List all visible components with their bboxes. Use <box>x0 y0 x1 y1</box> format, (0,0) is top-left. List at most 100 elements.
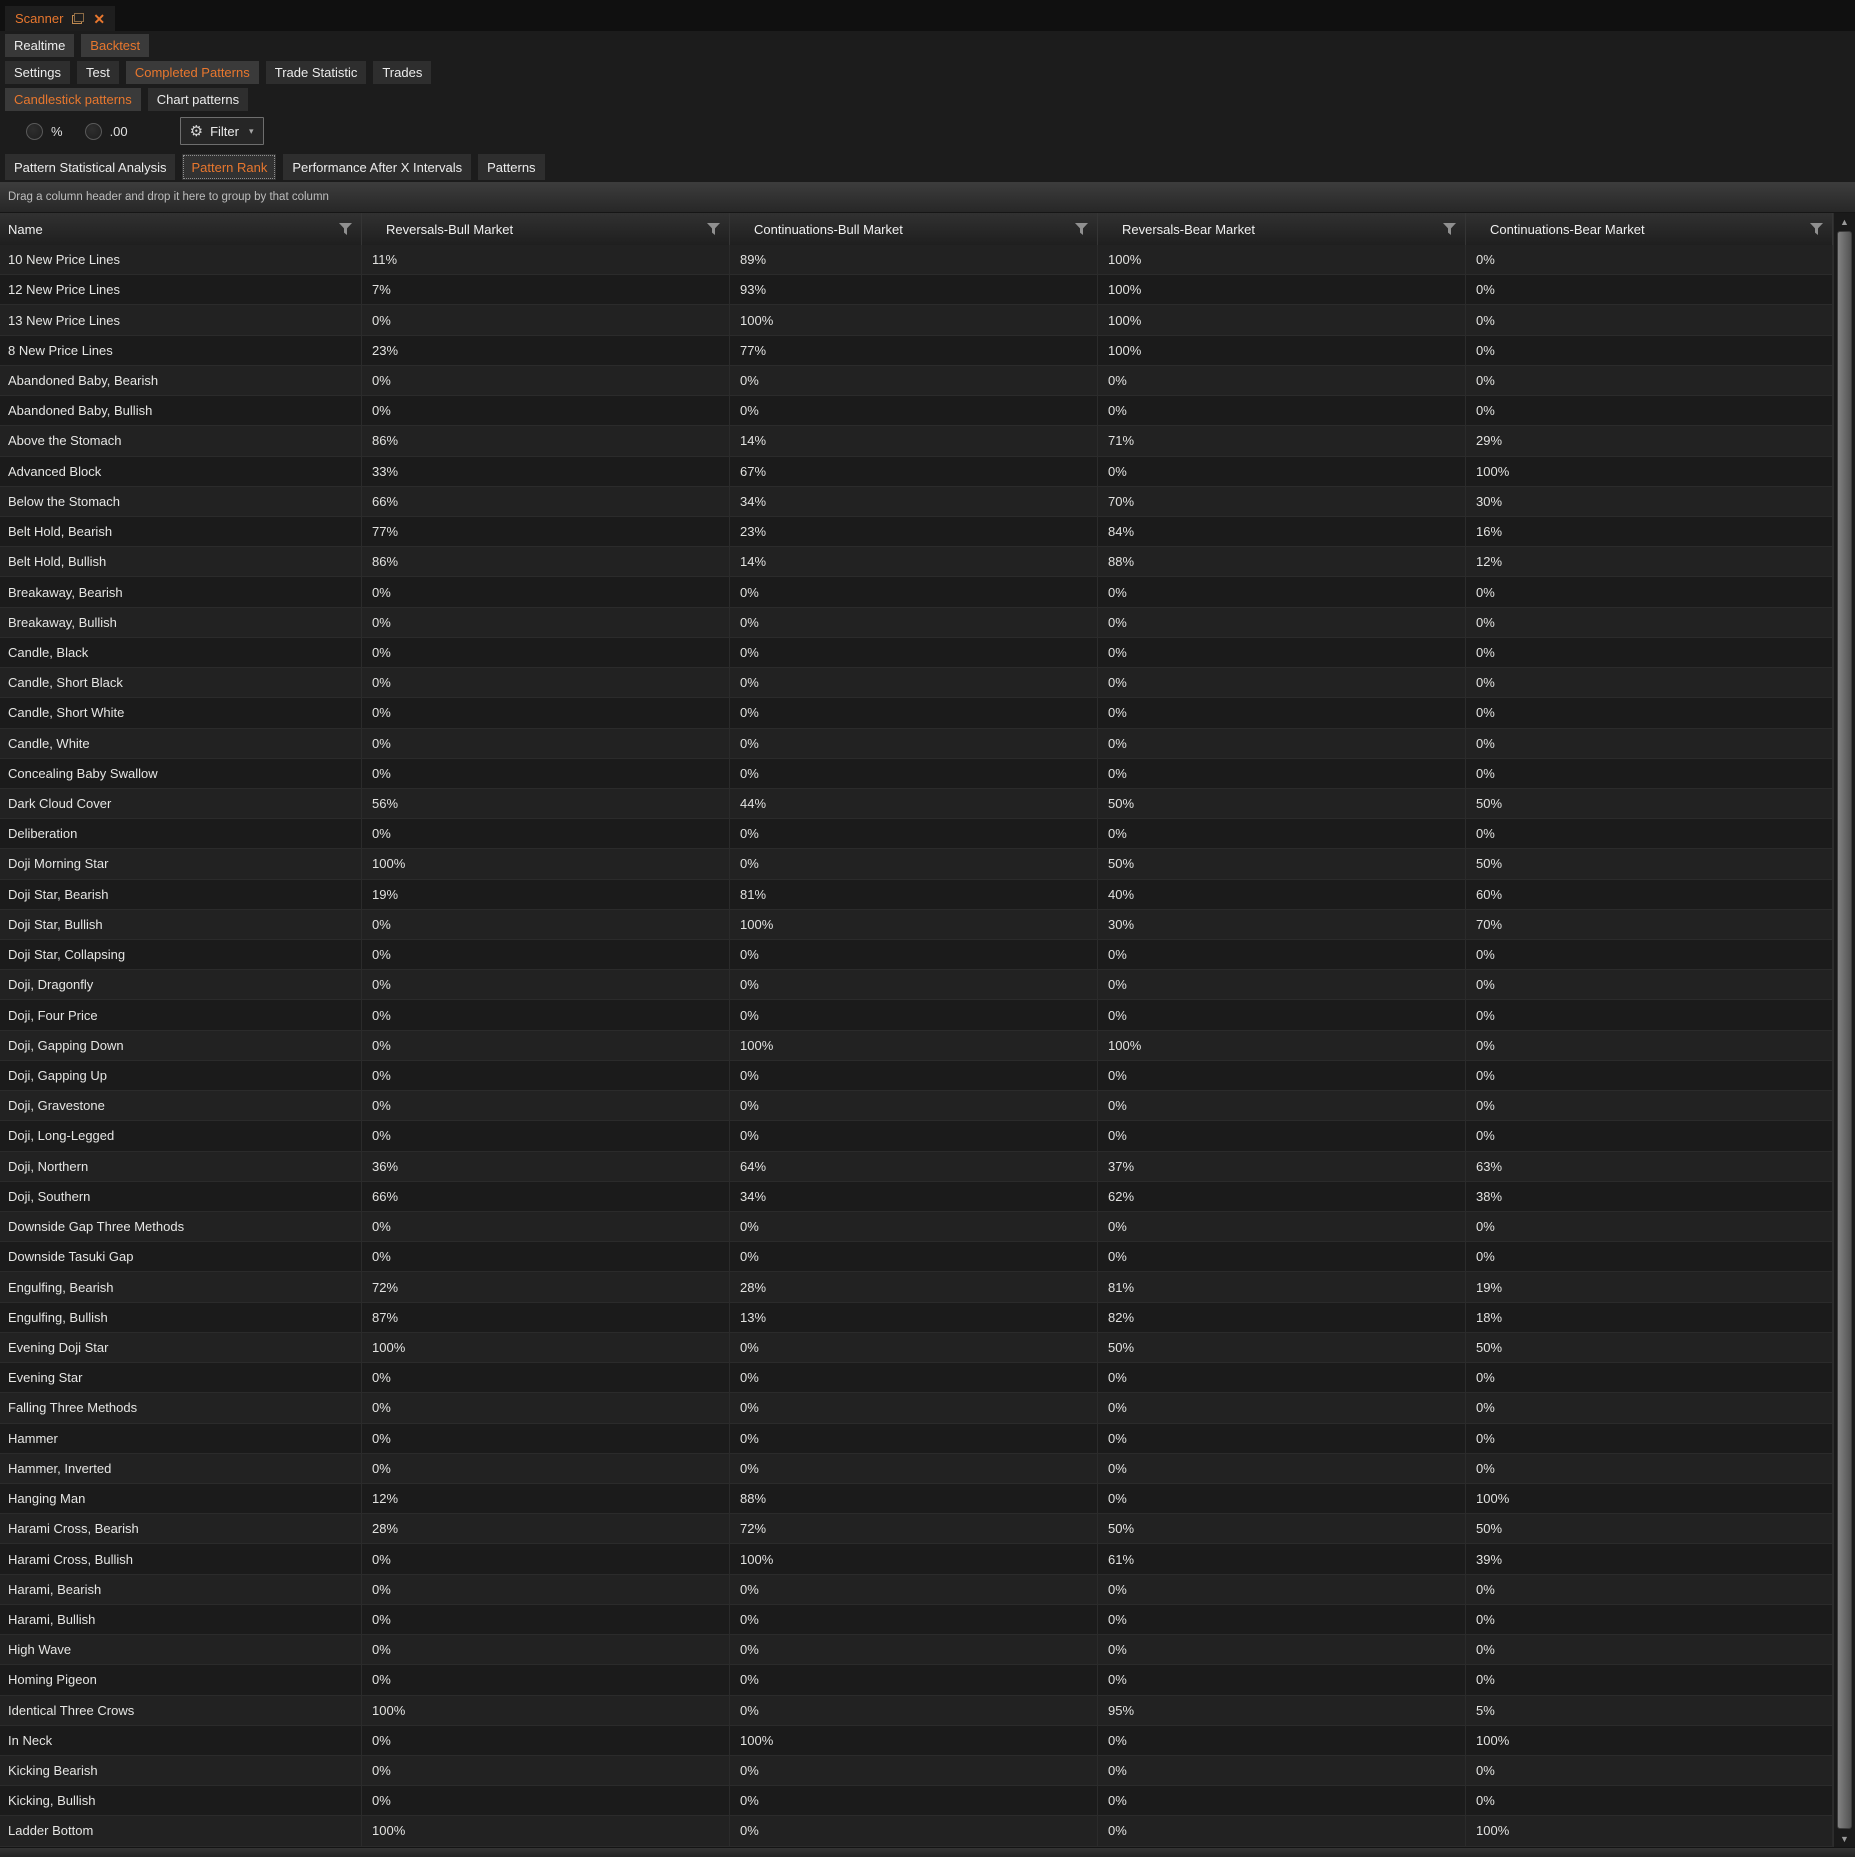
table-row[interactable]: 8 New Price Lines23%77%100%0% <box>0 336 1833 366</box>
table-row[interactable]: Doji, Gravestone0%0%0%0% <box>0 1091 1833 1121</box>
tab-completed-patterns-label: Completed Patterns <box>135 65 250 80</box>
table-row[interactable]: Harami, Bearish0%0%0%0% <box>0 1575 1833 1605</box>
table-row[interactable]: Harami, Bullish0%0%0%0% <box>0 1605 1833 1635</box>
table-row[interactable]: Homing Pigeon0%0%0%0% <box>0 1665 1833 1695</box>
table-row[interactable]: Doji, Gapping Up0%0%0%0% <box>0 1061 1833 1091</box>
table-row[interactable]: In Neck0%100%0%100% <box>0 1726 1833 1756</box>
column-header-continuations-bull[interactable]: Continuations-Bull Market <box>730 213 1098 245</box>
tab-realtime[interactable]: Realtime <box>5 34 74 57</box>
table-row[interactable]: Deliberation0%0%0%0% <box>0 819 1833 849</box>
table-row[interactable]: Hammer, Inverted0%0%0%0% <box>0 1454 1833 1484</box>
table-row[interactable]: Breakaway, Bearish0%0%0%0% <box>0 577 1833 607</box>
table-row[interactable]: Evening Star0%0%0%0% <box>0 1363 1833 1393</box>
table-row[interactable]: Below the Stomach66%34%70%30% <box>0 487 1833 517</box>
percent-cell: 0% <box>362 1212 730 1241</box>
table-row[interactable]: Belt Hold, Bearish77%23%84%16% <box>0 517 1833 547</box>
percent-cell: 0% <box>730 1061 1098 1090</box>
table-row[interactable]: Hanging Man12%88%0%100% <box>0 1484 1833 1514</box>
column-header-continuations-bull-label: Continuations-Bull Market <box>730 222 903 237</box>
table-row[interactable]: Advanced Block33%67%0%100% <box>0 457 1833 487</box>
table-row[interactable]: Identical Three Crows100%0%95%5% <box>0 1696 1833 1726</box>
tab-backtest[interactable]: Backtest <box>81 34 149 57</box>
table-row[interactable]: Kicking, Bullish0%0%0%0% <box>0 1786 1833 1816</box>
percent-radio[interactable] <box>26 123 43 140</box>
column-header-continuations-bear[interactable]: Continuations-Bear Market <box>1466 213 1833 245</box>
table-row[interactable]: Doji, Long-Legged0%0%0%0% <box>0 1121 1833 1151</box>
table-row[interactable]: Falling Three Methods0%0%0%0% <box>0 1393 1833 1423</box>
table-row[interactable]: 12 New Price Lines7%93%100%0% <box>0 275 1833 305</box>
table-row[interactable]: Dark Cloud Cover56%44%50%50% <box>0 789 1833 819</box>
table-row[interactable]: Abandoned Baby, Bearish0%0%0%0% <box>0 366 1833 396</box>
tab-performance-after-x-intervals[interactable]: Performance After X Intervals <box>283 154 471 180</box>
table-row[interactable]: Candle, White0%0%0%0% <box>0 729 1833 759</box>
table-row[interactable]: Concealing Baby Swallow0%0%0%0% <box>0 759 1833 789</box>
table-row[interactable]: Doji Star, Collapsing0%0%0%0% <box>0 940 1833 970</box>
table-row[interactable]: Doji, Gapping Down0%100%100%0% <box>0 1031 1833 1061</box>
table-row[interactable]: 13 New Price Lines0%100%100%0% <box>0 305 1833 335</box>
mode-tab-strip: Realtime Backtest <box>0 31 1855 58</box>
column-header-reversals-bear[interactable]: Reversals-Bear Market <box>1098 213 1466 245</box>
table-row[interactable]: Breakaway, Bullish0%0%0%0% <box>0 608 1833 638</box>
table-row[interactable]: Engulfing, Bearish72%28%81%19% <box>0 1272 1833 1302</box>
tab-trades[interactable]: Trades <box>373 61 431 84</box>
percent-cell: 40% <box>1098 880 1466 909</box>
table-row[interactable]: Doji Star, Bullish0%100%30%70% <box>0 910 1833 940</box>
column-header-name[interactable]: Name <box>0 213 362 245</box>
tab-completed-patterns[interactable]: Completed Patterns <box>126 61 259 84</box>
table-row[interactable]: Hammer0%0%0%0% <box>0 1424 1833 1454</box>
pattern-type-tab-strip: Candlestick patterns Chart patterns <box>0 85 1855 112</box>
tab-patterns[interactable]: Patterns <box>478 154 544 180</box>
scrollbar-thumb[interactable] <box>1837 231 1852 1829</box>
table-row[interactable]: Downside Tasuki Gap0%0%0%0% <box>0 1242 1833 1272</box>
table-row[interactable]: Doji, Southern66%34%62%38% <box>0 1182 1833 1212</box>
scroll-up-icon[interactable]: ▲ <box>1834 213 1855 230</box>
tab-pattern-statistical-analysis[interactable]: Pattern Statistical Analysis <box>5 154 175 180</box>
tab-test[interactable]: Test <box>77 61 119 84</box>
table-row[interactable]: Downside Gap Three Methods0%0%0%0% <box>0 1212 1833 1242</box>
table-row[interactable]: Doji Morning Star100%0%50%50% <box>0 849 1833 879</box>
restore-window-icon[interactable] <box>72 13 84 24</box>
decimal-radio[interactable] <box>85 123 102 140</box>
column-header-reversals-bull[interactable]: Reversals-Bull Market <box>362 213 730 245</box>
table-row[interactable]: Harami Cross, Bullish0%100%61%39% <box>0 1544 1833 1574</box>
table-row[interactable]: Doji, Northern36%64%37%63% <box>0 1152 1833 1182</box>
percent-cell: 100% <box>730 1544 1098 1573</box>
filter-button[interactable]: ⚙ Filter ▾ <box>180 117 264 145</box>
group-by-drop-zone[interactable]: Drag a column header and drop it here to… <box>0 182 1855 213</box>
table-row[interactable]: Doji, Four Price0%0%0%0% <box>0 1000 1833 1030</box>
table-row[interactable]: Candle, Short White0%0%0%0% <box>0 698 1833 728</box>
table-row[interactable]: 10 New Price Lines11%89%100%0% <box>0 245 1833 275</box>
percent-radio-label: % <box>51 124 63 139</box>
scroll-down-icon[interactable]: ▼ <box>1834 1830 1855 1847</box>
table-row[interactable]: Abandoned Baby, Bullish0%0%0%0% <box>0 396 1833 426</box>
filter-funnel-icon[interactable] <box>707 223 720 235</box>
table-row[interactable]: Evening Doji Star100%0%50%50% <box>0 1333 1833 1363</box>
percent-cell: 0% <box>362 1544 730 1573</box>
tab-trade-statistic[interactable]: Trade Statistic <box>266 61 367 84</box>
percent-cell: 0% <box>1098 970 1466 999</box>
tab-chart-patterns[interactable]: Chart patterns <box>148 88 248 111</box>
filter-funnel-icon[interactable] <box>1443 223 1456 235</box>
table-row[interactable]: Harami Cross, Bearish28%72%50%50% <box>0 1514 1833 1544</box>
table-row[interactable]: Candle, Black0%0%0%0% <box>0 638 1833 668</box>
percent-cell: 0% <box>730 1121 1098 1150</box>
filter-funnel-icon[interactable] <box>1810 223 1823 235</box>
close-icon[interactable]: ✕ <box>93 12 105 26</box>
vertical-scrollbar[interactable]: ▲ ▼ <box>1833 213 1855 1847</box>
table-row[interactable]: High Wave0%0%0%0% <box>0 1635 1833 1665</box>
table-row[interactable]: Doji Star, Bearish19%81%40%60% <box>0 880 1833 910</box>
table-row[interactable]: Ladder Bottom100%0%0%100% <box>0 1816 1833 1846</box>
tab-pattern-rank[interactable]: Pattern Rank <box>182 154 276 180</box>
table-row[interactable]: Above the Stomach86%14%71%29% <box>0 426 1833 456</box>
tab-scanner[interactable]: Scanner ✕ <box>5 6 115 31</box>
filter-funnel-icon[interactable] <box>1075 223 1088 235</box>
table-row[interactable]: Candle, Short Black0%0%0%0% <box>0 668 1833 698</box>
table-row[interactable]: Doji, Dragonfly0%0%0%0% <box>0 970 1833 1000</box>
table-row[interactable]: Engulfing, Bullish87%13%82%18% <box>0 1303 1833 1333</box>
table-row[interactable]: Belt Hold, Bullish86%14%88%12% <box>0 547 1833 577</box>
pattern-name-cell: Breakaway, Bullish <box>0 608 362 637</box>
tab-candlestick-patterns[interactable]: Candlestick patterns <box>5 88 141 111</box>
table-row[interactable]: Kicking Bearish0%0%0%0% <box>0 1756 1833 1786</box>
tab-settings[interactable]: Settings <box>5 61 70 84</box>
filter-funnel-icon[interactable] <box>339 223 352 235</box>
